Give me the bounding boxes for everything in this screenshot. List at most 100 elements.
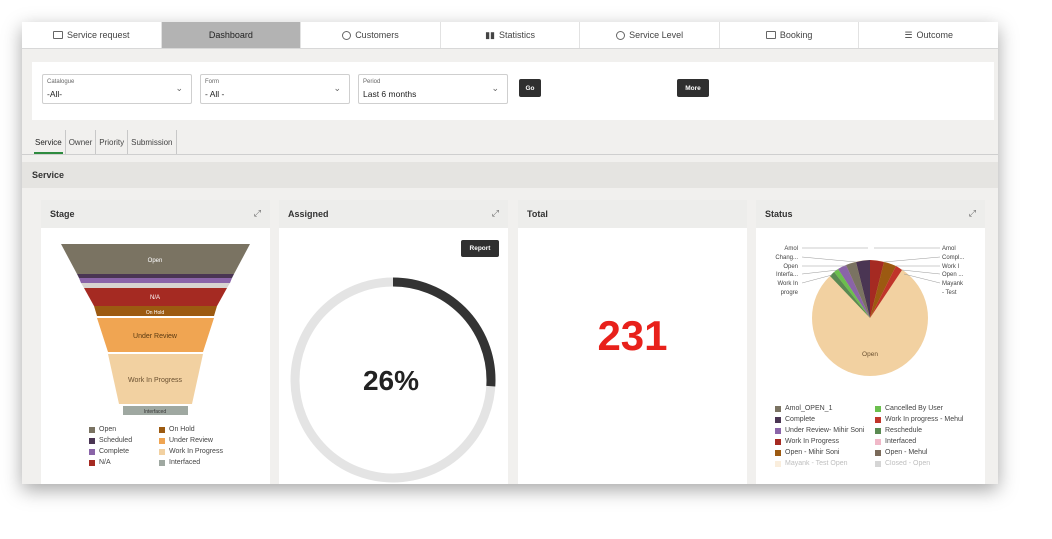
status-legend-item[interactable]: Closed - Open bbox=[875, 460, 930, 467]
status-legend-item[interactable]: Amol_OPEN_1 bbox=[775, 405, 832, 412]
section-title: Service bbox=[32, 170, 65, 180]
nav-tab-customers[interactable]: Customers bbox=[301, 22, 441, 48]
legend-label: Scheduled bbox=[99, 437, 133, 444]
assigned-card: Assigned ⤢ Report 26% bbox=[279, 200, 508, 484]
legend-label: Cancelled By User bbox=[885, 405, 943, 412]
pie-right-label: Work I bbox=[942, 264, 960, 270]
subtab-priority[interactable]: Priority bbox=[96, 130, 129, 154]
funnel-segment-scheduled[interactable] bbox=[77, 274, 234, 278]
expand-icon[interactable]: ⤢ bbox=[254, 208, 261, 219]
legend-label: Interfaced bbox=[885, 438, 917, 445]
list-icon: ☰ bbox=[904, 29, 913, 40]
pie-right-label: Amol bbox=[942, 246, 956, 252]
nav-tab-dashboard[interactable]: Dashboard bbox=[161, 22, 302, 48]
total-card: Total 231 bbox=[518, 200, 747, 484]
legend-swatch bbox=[775, 416, 781, 423]
nav-tab-statistics[interactable]: ▮▮ Statistics bbox=[441, 22, 581, 48]
stage-card: Stage ⤢ Open N/A On Hold Under Review Wo… bbox=[41, 200, 270, 484]
go-button[interactable]: Go bbox=[519, 79, 541, 97]
funnel-label-on-hold: On Hold bbox=[146, 310, 165, 316]
total-card-header: Total bbox=[518, 200, 747, 228]
period-select[interactable]: Period Last 6 months ⌄ bbox=[358, 74, 508, 104]
stage-legend-interfaced[interactable]: Interfaced bbox=[159, 459, 200, 466]
catalogue-select[interactable]: Catalogue -All- ⌄ bbox=[42, 74, 192, 104]
expand-icon[interactable]: ⤢ bbox=[492, 208, 499, 219]
subtab-owner[interactable]: Owner bbox=[66, 130, 97, 154]
leader-line bbox=[883, 256, 941, 263]
subtab-submission[interactable]: Submission bbox=[128, 130, 177, 154]
pie-left-label: Amol bbox=[784, 246, 798, 252]
legend-label: Work In progress - Mehul bbox=[885, 416, 964, 423]
legend-label: Open - Mehul bbox=[885, 449, 928, 456]
leader-line bbox=[901, 269, 941, 275]
stage-card-header: Stage ⤢ bbox=[41, 200, 270, 228]
chevron-down-icon: ⌄ bbox=[175, 83, 183, 93]
legend-label: Open - Mihir Soni bbox=[785, 449, 840, 456]
stage-legend-under-review[interactable]: Under Review bbox=[159, 437, 213, 444]
funnel-segment-gap bbox=[81, 283, 230, 288]
stage-card-title: Stage bbox=[50, 209, 75, 219]
nav-tab-label: Outcome bbox=[916, 30, 954, 40]
expand-icon[interactable]: ⤢ bbox=[969, 208, 976, 219]
legend-swatch bbox=[89, 437, 95, 444]
monitor-icon bbox=[53, 31, 64, 39]
status-legend-item[interactable]: Reschedule bbox=[875, 427, 922, 434]
status-legend-item[interactable]: Work In progress - Mehul bbox=[875, 416, 963, 423]
nav-tab-label: Dashboard bbox=[208, 30, 253, 40]
assigned-card-title: Assigned bbox=[288, 209, 329, 219]
stage-legend-complete[interactable]: Complete bbox=[89, 448, 129, 455]
assigned-card-header: Assigned ⤢ bbox=[279, 200, 508, 228]
legend-label: On Hold bbox=[169, 426, 195, 433]
total-card-title: Total bbox=[527, 209, 548, 219]
status-legend-item[interactable]: Cancelled By User bbox=[875, 405, 943, 412]
legend-label: N/A bbox=[99, 459, 111, 466]
status-legend-item[interactable]: Under Review- Mihir Soni bbox=[775, 427, 864, 434]
legend-swatch bbox=[875, 438, 881, 445]
status-legend-item[interactable]: Mayank - Test Open bbox=[775, 460, 848, 467]
pie-center-label: Open bbox=[862, 351, 878, 358]
app-window: Service request Dashboard Customers ▮▮ S… bbox=[22, 22, 998, 484]
pie-left-label: Open bbox=[783, 264, 798, 270]
nav-tab-booking[interactable]: Booking bbox=[720, 22, 860, 48]
legend-swatch bbox=[89, 448, 95, 455]
assigned-gauge: 26% bbox=[290, 277, 496, 483]
nav-tab-outcome[interactable]: ☰ Outcome bbox=[859, 22, 998, 48]
legend-swatch bbox=[875, 449, 881, 456]
legend-swatch bbox=[159, 448, 165, 455]
legend-label: Mayank - Test Open bbox=[785, 460, 848, 467]
legend-label: Work In Progress bbox=[785, 438, 839, 445]
legend-swatch bbox=[775, 449, 781, 456]
legend-swatch bbox=[159, 426, 165, 433]
status-legend-item[interactable]: Interfaced bbox=[875, 438, 916, 445]
more-button[interactable]: More bbox=[677, 79, 709, 97]
status-legend-item[interactable]: Open - Mehul bbox=[875, 449, 927, 456]
legend-label: Under Review bbox=[169, 437, 213, 444]
status-legend-item[interactable]: Work In Progress bbox=[775, 438, 839, 445]
period-label: Period bbox=[363, 79, 381, 85]
funnel-segment-complete[interactable] bbox=[79, 278, 232, 283]
legend-swatch bbox=[775, 405, 781, 412]
pie-right-label: Mayank bbox=[942, 281, 964, 287]
top-nav: Service request Dashboard Customers ▮▮ S… bbox=[22, 22, 998, 49]
stage-legend-on-hold[interactable]: On Hold bbox=[159, 426, 195, 433]
stage-legend-na[interactable]: N/A bbox=[89, 459, 111, 466]
pie-right-label: Open ... bbox=[942, 272, 964, 278]
status-card-header: Status ⤢ bbox=[756, 200, 985, 228]
nav-tab-label: Customers bbox=[355, 30, 399, 40]
stage-legend-work-in-progress[interactable]: Work In Progress bbox=[159, 448, 223, 455]
funnel-label-under-review: Under Review bbox=[133, 333, 178, 340]
status-card: Status ⤢ Amol Chang... Open Interfa... W… bbox=[756, 200, 985, 484]
nav-tab-label: Service Level bbox=[629, 30, 684, 40]
nav-tab-service-request[interactable]: Service request bbox=[22, 22, 162, 48]
envelope-icon bbox=[765, 31, 776, 39]
subtab-service[interactable]: Service bbox=[32, 130, 66, 154]
legend-swatch bbox=[159, 437, 165, 444]
stage-legend-open[interactable]: Open bbox=[89, 426, 116, 433]
nav-tab-service-level[interactable]: Service Level bbox=[580, 22, 720, 48]
legend-swatch bbox=[775, 460, 781, 467]
status-legend-item[interactable]: Complete bbox=[775, 416, 815, 423]
form-select[interactable]: Form - All - ⌄ bbox=[200, 74, 350, 104]
stage-legend-scheduled[interactable]: Scheduled bbox=[89, 437, 132, 444]
section-header: Service bbox=[22, 162, 998, 188]
status-legend-item[interactable]: Open - Mihir Soni bbox=[775, 449, 839, 456]
